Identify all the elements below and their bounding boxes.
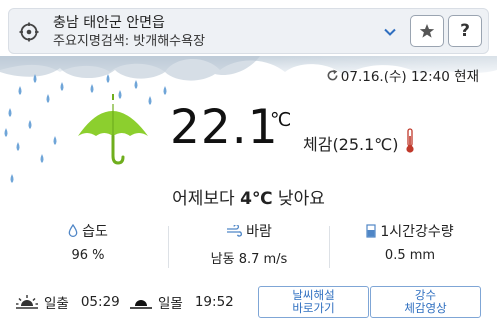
rain-gauge-icon	[366, 224, 376, 238]
question-icon: ?	[460, 21, 470, 41]
current-temperature: 22.1	[170, 100, 279, 155]
humidity-value: 96 %	[71, 248, 105, 263]
comparison-value: 4℃	[240, 189, 273, 206]
update-time-text: 07.16.(수) 12:40 현재	[340, 69, 479, 85]
weather-stats: 습도 96 % 바람 남동 8.7 m/s 1시간강수량 0.5 mm	[8, 220, 489, 275]
rainfall-label: 1시간강수량	[380, 224, 454, 240]
sunset-icon	[130, 300, 152, 309]
current-weather: 07.16.(수) 12:40 현재 22.1 ℃ 체감(25.1℃) 어제보다…	[0, 56, 497, 206]
landmark-search: 주요지명검색: 밧개해수욕장	[53, 34, 206, 49]
humidity-stat: 습도 96 %	[8, 220, 168, 275]
location-select[interactable]: 충남 태안군 안면읍 주요지명검색: 밧개해수욕장	[53, 14, 205, 51]
rain-video-line2: 체감영상	[404, 301, 447, 315]
comparison-suffix: 낮아요	[272, 189, 325, 206]
sun-times-and-links: 일출 05:29 일몰 19:52 날씨해설 바로가기 강수 체감영상	[0, 284, 497, 320]
wind-icon	[227, 225, 243, 237]
sunrise-time: 05:29	[80, 294, 120, 310]
crosshair-icon[interactable]	[19, 22, 39, 42]
wind-label: 바람	[246, 224, 272, 240]
water-drop-icon	[68, 224, 78, 237]
star-icon	[419, 24, 435, 38]
wind-value: 남동 8.7 m/s	[210, 252, 288, 267]
location-header: 충남 태안군 안면읍 주요지명검색: 밧개해수욕장 ?	[8, 8, 489, 54]
favorite-button[interactable]	[410, 15, 444, 47]
help-button[interactable]: ?	[448, 15, 482, 47]
chevron-down-icon[interactable]	[383, 25, 397, 39]
commentary-line2: 바로가기	[292, 301, 335, 315]
wind-stat: 바람 남동 8.7 m/s	[169, 220, 329, 275]
sunrise-label: 일출	[44, 296, 69, 312]
sunset-time: 19:52	[194, 294, 234, 310]
update-time: 07.16.(수) 12:40 현재	[326, 65, 479, 85]
weather-commentary-button[interactable]: 날씨해설 바로가기	[258, 286, 369, 318]
temperature-unit: ℃	[270, 109, 292, 131]
sunset-label: 일몰	[158, 296, 183, 312]
comparison-prefix: 어제보다	[172, 189, 241, 206]
location-name: 충남 태안군 안면읍	[53, 15, 165, 31]
sunrise: 일출 05:29	[16, 292, 120, 312]
sunrise-icon	[16, 295, 38, 309]
thermometer-icon	[406, 128, 414, 153]
humidity-label: 습도	[82, 224, 108, 240]
rain-video-button[interactable]: 강수 체감영상	[370, 286, 481, 318]
feels-like-temperature: 체감(25.1℃)	[303, 135, 399, 154]
refresh-icon[interactable]	[326, 69, 339, 82]
sunset: 일몰 19:52	[130, 292, 234, 312]
rainfall-stat: 1시간강수량 0.5 mm	[330, 220, 490, 275]
rainfall-value: 0.5 mm	[384, 248, 436, 263]
yesterday-comparison: 어제보다 4℃ 낮아요	[0, 184, 497, 206]
